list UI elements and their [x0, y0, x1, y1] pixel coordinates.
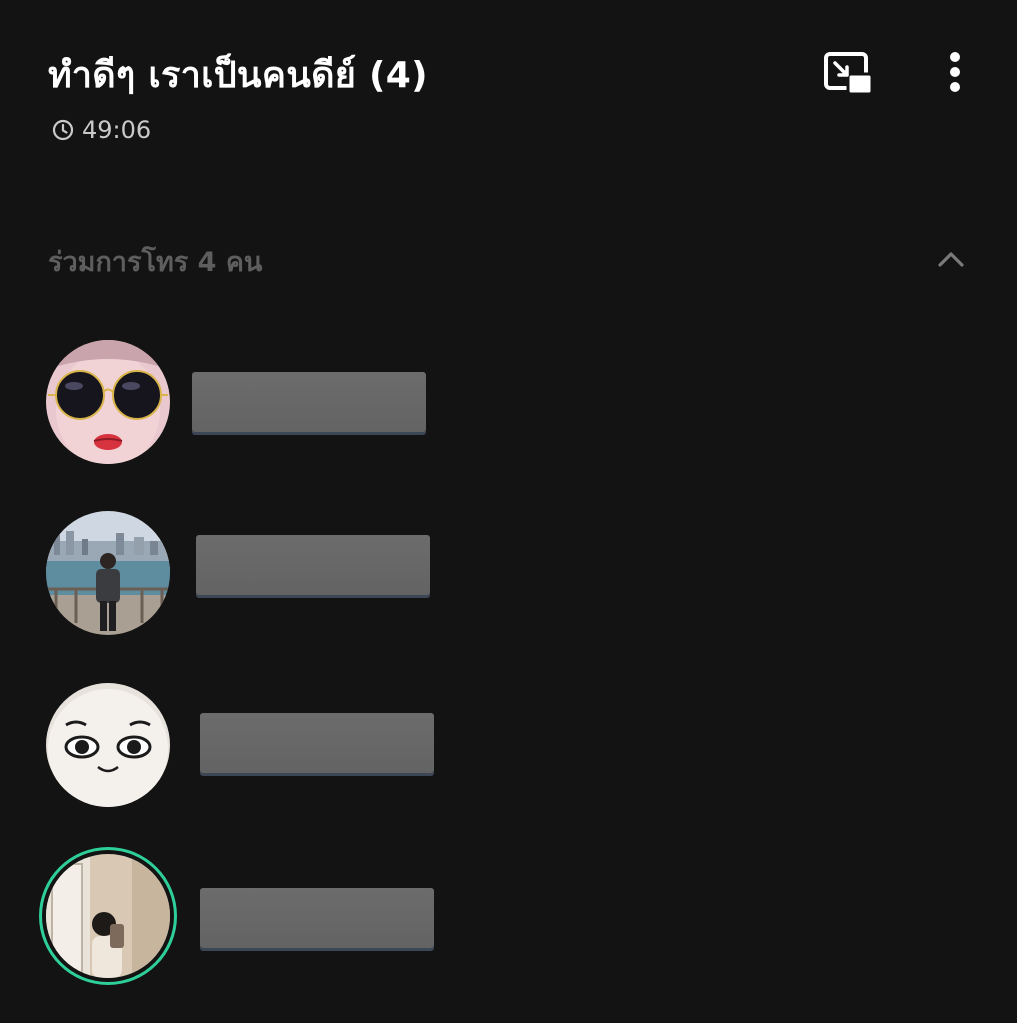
- avatar-mirror-selfie: [46, 854, 170, 978]
- participant-name-redacted: [200, 713, 434, 773]
- picture-in-picture-button[interactable]: [820, 48, 876, 100]
- participants-count-label: ร่วมการโทร 4 คน: [48, 247, 263, 278]
- chevron-up-icon: [938, 252, 964, 267]
- participant-row[interactable]: [40, 505, 460, 645]
- avatar-sunglasses-face: [46, 340, 170, 464]
- call-title: ทำดีๆ เราเป็นคนดีย์ (4): [48, 55, 428, 96]
- call-duration: 49:06: [82, 116, 152, 144]
- avatar-plush-face: [46, 683, 170, 807]
- participant-name-redacted: [196, 535, 430, 595]
- participant-row[interactable]: [40, 850, 460, 990]
- picture-in-picture-icon: [824, 52, 874, 96]
- participant-row[interactable]: [40, 332, 460, 472]
- participant-avatar-speaking: [46, 854, 170, 978]
- participant-row[interactable]: [40, 677, 460, 817]
- more-vertical-icon: [950, 52, 960, 92]
- participants-section-header[interactable]: ร่วมการโทร 4 คน: [48, 238, 978, 282]
- collapse-participants-button[interactable]: [934, 244, 968, 274]
- avatar-harbour-photo: [46, 511, 170, 635]
- clock-icon: [52, 119, 74, 141]
- participant-avatar: [46, 511, 170, 635]
- participant-avatar: [46, 683, 170, 807]
- call-timer: 49:06: [52, 116, 151, 144]
- more-options-button[interactable]: [935, 48, 975, 98]
- participant-name-redacted: [192, 372, 426, 432]
- participant-avatar: [46, 340, 170, 464]
- participant-name-redacted: [200, 888, 434, 948]
